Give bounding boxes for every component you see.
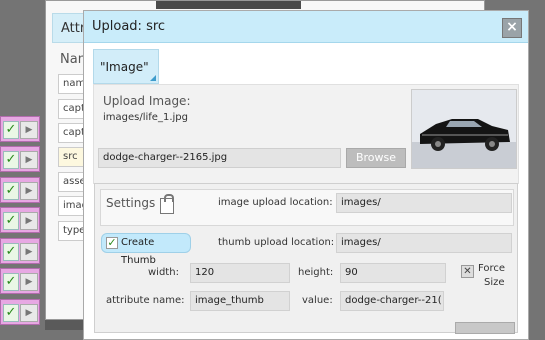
upload-dialog: Upload: src × "Image" Upload Image: imag… (83, 10, 529, 340)
arrow-icon[interactable]: ▶ (20, 151, 38, 169)
arrow-icon[interactable]: ▶ (20, 182, 38, 200)
image-upload-location-label: image upload location: (218, 197, 333, 208)
check-icon[interactable]: ✓ (3, 273, 19, 291)
row-control: ✓ ▶ (0, 207, 40, 233)
tab-image[interactable]: "Image" (93, 49, 159, 84)
car-image (412, 90, 516, 168)
file-input[interactable]: dodge-charger--2165.jpg (98, 148, 341, 168)
create-thumb-checkbox[interactable]: ✓ (106, 237, 118, 249)
force-size-checkbox[interactable]: ✕ (461, 265, 474, 278)
window-topbar (156, 1, 301, 9)
arrow-icon[interactable]: ▶ (20, 121, 38, 139)
corner-arrow-icon (150, 75, 156, 81)
current-image-path: images/life_1.jpg (103, 112, 188, 123)
attribute-name-label: attribute name: (106, 295, 185, 306)
dialog-title: Upload: src (84, 11, 528, 43)
image-upload-location-input[interactable]: images/ (336, 193, 512, 213)
arrow-icon[interactable]: ▶ (20, 304, 38, 322)
create-thumb-toggle[interactable]: ✓ Create Thumb (101, 233, 191, 266)
value-label: value: (302, 295, 333, 306)
row-control: ✓ ▶ (0, 177, 40, 203)
check-icon[interactable]: ✓ (3, 151, 19, 169)
settings-label: Settings (106, 196, 156, 210)
browse-button[interactable]: Browse (346, 148, 406, 168)
image-preview (411, 89, 517, 169)
check-icon[interactable]: ✓ (3, 304, 19, 322)
check-icon[interactable]: ✓ (3, 182, 19, 200)
thumb-upload-location-input[interactable]: images/ (336, 233, 512, 253)
width-input[interactable]: 120 (190, 263, 290, 283)
row-control: ✓ ▶ (0, 238, 40, 264)
force-size-label-line1: Force (478, 263, 506, 274)
row-control: ✓ ▶ (0, 268, 40, 294)
width-label: width: (148, 267, 179, 278)
arrow-icon[interactable]: ▶ (20, 273, 38, 291)
check-icon[interactable]: ✓ (3, 121, 19, 139)
arrow-icon[interactable]: ▶ (20, 243, 38, 261)
arrow-icon[interactable]: ▶ (20, 212, 38, 230)
row-control: ✓ ▶ (0, 299, 40, 325)
create-thumb-label: Create Thumb (121, 237, 156, 266)
value-input[interactable]: dodge-charger--21( (340, 291, 444, 311)
dialog-action-button[interactable] (455, 322, 515, 334)
attribute-name-input[interactable]: image_thumb (190, 291, 290, 311)
lock-icon[interactable] (160, 194, 174, 214)
check-icon[interactable]: ✓ (3, 212, 19, 230)
upload-image-label: Upload Image: (103, 94, 191, 108)
force-size-label-line2: Size (484, 277, 505, 288)
tab-image-label: "Image" (100, 60, 149, 74)
thumb-upload-location-label: thumb upload location: (218, 237, 335, 248)
check-icon[interactable]: ✓ (3, 243, 19, 261)
height-input[interactable]: 90 (340, 263, 446, 283)
close-icon[interactable]: × (502, 18, 522, 38)
row-control: ✓ ▶ (0, 146, 40, 172)
row-control: ✓ ▶ (0, 116, 40, 142)
height-label: height: (298, 267, 334, 278)
